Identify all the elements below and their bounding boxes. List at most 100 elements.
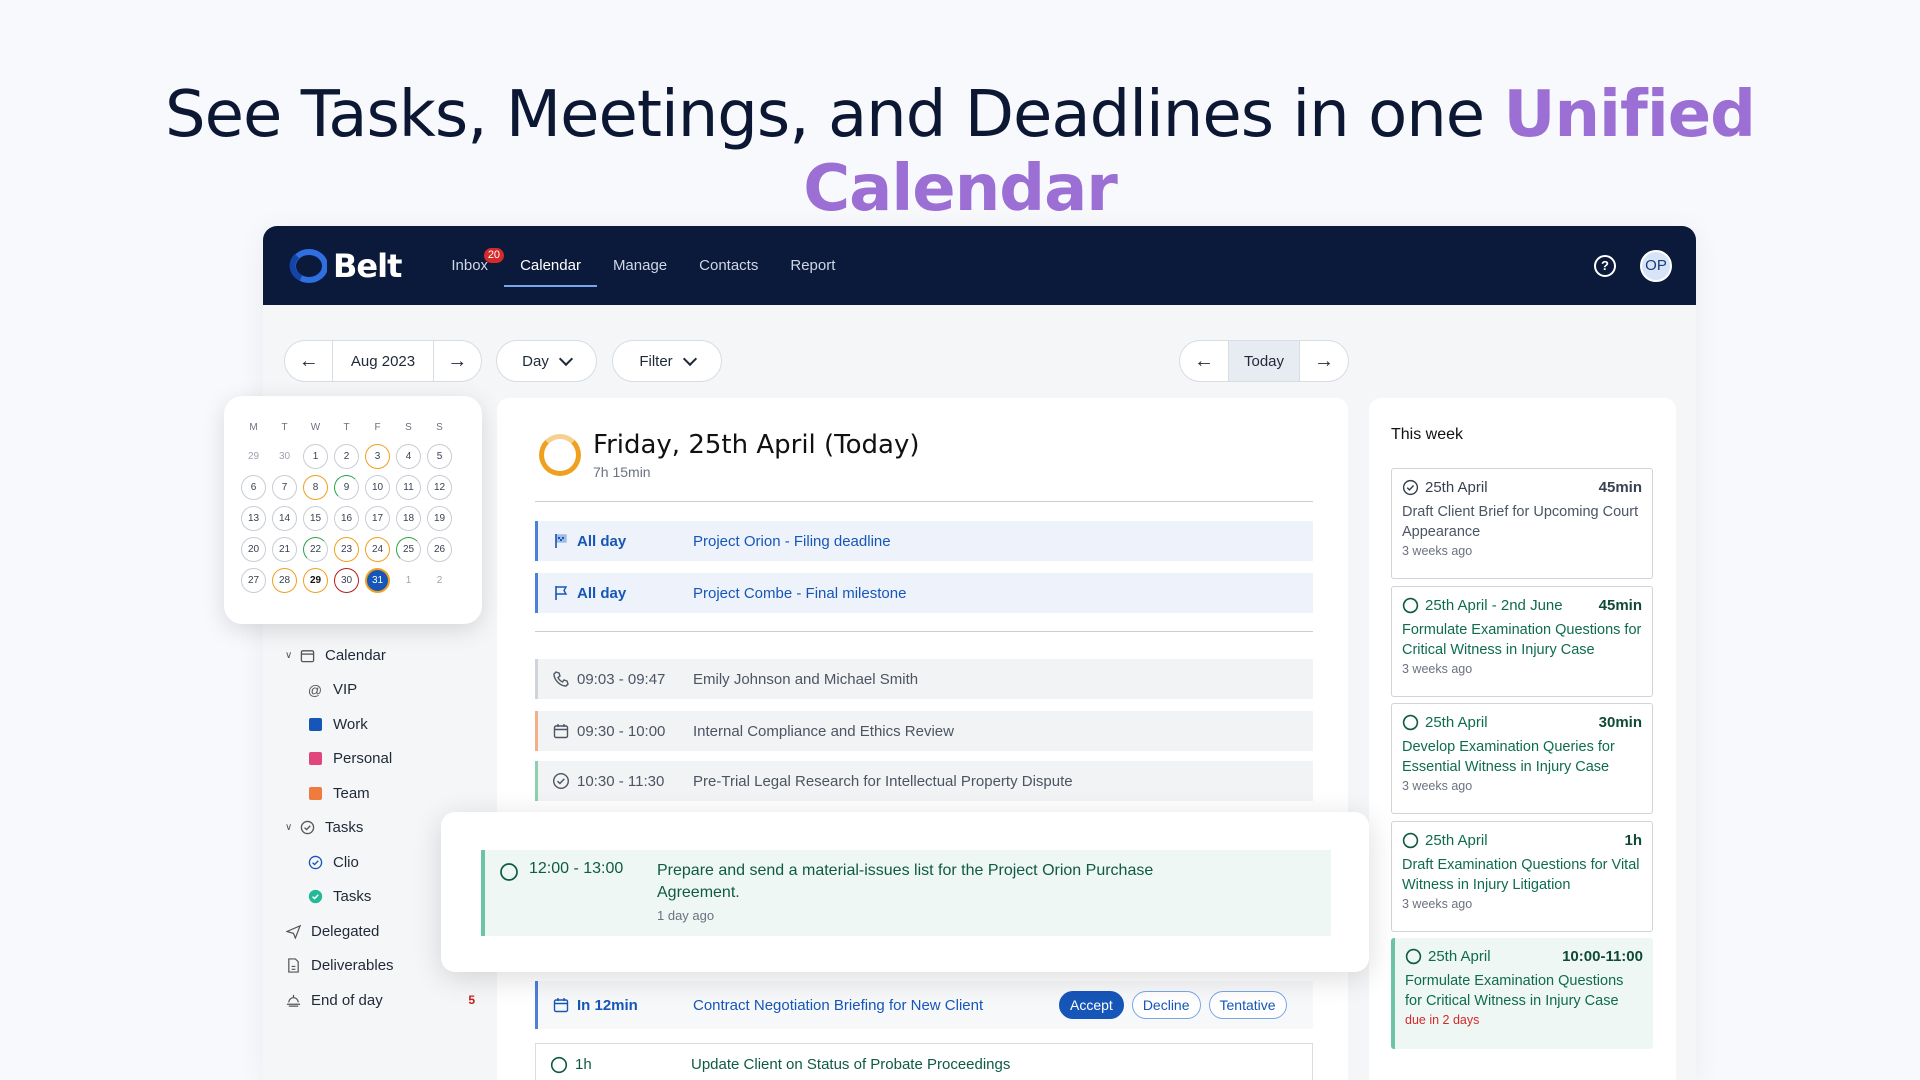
calendar-day[interactable]: 31 (365, 568, 390, 593)
calendar-day[interactable]: 6 (241, 475, 266, 500)
calendar-day[interactable]: 30 (272, 444, 297, 469)
inbox-badge: 20 (483, 248, 505, 263)
month-label[interactable]: Aug 2023 (332, 341, 434, 381)
send-icon (285, 923, 301, 939)
accept-button[interactable]: Accept (1059, 991, 1124, 1019)
sidebar-item-personal[interactable]: Personal (285, 742, 475, 777)
sidebar-item-end-of-day[interactable]: End of day 5 (285, 983, 475, 1018)
sidebar-item-label: Team (333, 784, 370, 802)
nav-inbox[interactable]: Inbox 20 (435, 226, 505, 305)
calendar-day[interactable]: 23 (334, 537, 359, 562)
tentative-button[interactable]: Tentative (1208, 991, 1287, 1019)
calendar-day[interactable]: 15 (303, 506, 328, 531)
task-row[interactable]: 1h Update Client on Status of Probate Pr… (535, 1043, 1313, 1080)
arrow-left-icon: ← (298, 349, 319, 372)
week-task-meta: 3 weeks ago (1402, 544, 1473, 558)
calendar-day[interactable]: 19 (427, 506, 452, 531)
week-task-card[interactable]: 25th April 45min Draft Client Brief for Up… (1391, 468, 1653, 579)
event-row[interactable]: 10:30 - 11:30 Pre-Trial Legal Research f… (535, 761, 1313, 801)
invite-row[interactable]: In 12min Contract Negotiation Briefing f… (535, 981, 1313, 1029)
nav-report[interactable]: Report (774, 226, 851, 305)
check-circle-icon (551, 772, 571, 790)
check-circle-icon[interactable] (1402, 479, 1419, 496)
circle-icon[interactable] (1402, 832, 1419, 849)
calendar-day[interactable]: 3 (365, 444, 390, 469)
focused-task-title: Prepare and send a material-issues list … (657, 862, 1154, 901)
all-day-event[interactable]: All day Project Orion - Filing deadline (535, 521, 1313, 561)
sidebar-item-calendar[interactable]: ∨ Calendar (285, 638, 475, 673)
sidebar-item-label: Personal (333, 750, 393, 768)
mini-calendar-grid: M T W T F S S 29 30 1 2 3 4 5 6 7 8 9 10 11 12 13 14 15 16 17 18 19… (238, 422, 468, 593)
logo-text: Belt (333, 246, 402, 285)
calendar-day[interactable]: 8 (303, 475, 328, 500)
calendar-day[interactable]: 21 (272, 537, 297, 562)
calendar-day[interactable]: 16 (334, 506, 359, 531)
nav-calendar[interactable]: Calendar (504, 226, 597, 305)
avatar[interactable]: OP (1640, 249, 1672, 282)
focused-task[interactable]: 12:00 - 13:00 Prepare and send a materia… (481, 850, 1331, 936)
calendar-day[interactable]: 17 (365, 506, 390, 531)
next-month-button[interactable]: → (434, 341, 481, 381)
chevron-down-icon[interactable]: ∨ (285, 822, 295, 833)
calendar-day[interactable]: 7 (272, 475, 297, 500)
all-day-event[interactable]: All day Project Combe - Final milestone (535, 573, 1313, 613)
calendar-day[interactable]: 9 (334, 475, 359, 500)
week-task-card[interactable]: 25th April - 2nd June 45min Formulate Exam… (1391, 585, 1653, 697)
filter-dropdown[interactable]: Filter (612, 340, 722, 382)
prev-month-button[interactable]: ← (285, 341, 332, 381)
view-dropdown[interactable]: Day (496, 340, 597, 382)
today-button[interactable]: Today (1228, 341, 1300, 381)
sidebar-item-vip[interactable]: @ VIP (285, 673, 475, 708)
calendar-day[interactable]: 18 (396, 506, 421, 531)
decline-button[interactable]: Decline (1131, 991, 1201, 1019)
next-day-button[interactable]: → (1300, 341, 1348, 381)
calendar-day[interactable]: 1 (396, 568, 421, 593)
weekday-label: W (310, 422, 321, 433)
event-row[interactable]: 09:03 - 09:47 Emily Johnson and Michael … (535, 659, 1313, 699)
week-task-card[interactable]: 25th April 1h Draft Examination Questions … (1391, 820, 1653, 932)
calendar-day[interactable]: 27 (241, 568, 266, 593)
circle-icon[interactable] (1402, 714, 1419, 731)
calendar-day[interactable]: 4 (396, 444, 421, 469)
calendar-day[interactable]: 30 (334, 568, 359, 593)
calendar-day[interactable]: 29 (303, 568, 328, 593)
sidebar-item-team[interactable]: Team (285, 776, 475, 811)
main-nav: Inbox 20 Calendar Manage Contacts Report (435, 226, 851, 305)
circle-icon[interactable] (1405, 948, 1422, 965)
calendar-day[interactable]: 20 (241, 537, 266, 562)
calendar-day[interactable]: 10 (365, 475, 390, 500)
circle-icon[interactable] (1402, 597, 1419, 614)
calendar-day[interactable]: 29 (241, 444, 266, 469)
chevron-down-icon[interactable]: ∨ (285, 650, 295, 661)
logo[interactable]: Belt (287, 246, 402, 285)
nav-contacts[interactable]: Contacts (683, 226, 774, 305)
sidebar-item-work[interactable]: Work (285, 707, 475, 742)
circle-icon (499, 862, 519, 936)
week-task-card[interactable]: 25th April 10:00-11:00 Formulate Examinati… (1391, 938, 1653, 1049)
calendar-day[interactable]: 5 (427, 444, 452, 469)
calendar-day[interactable]: 24 (365, 537, 390, 562)
prev-day-button[interactable]: ← (1180, 341, 1228, 381)
week-task-title: Draft Client Brief for Upcoming Court Ap… (1402, 504, 1639, 540)
focused-task-card[interactable]: 12:00 - 13:00 Prepare and send a materia… (441, 812, 1369, 972)
event-time: All day (577, 532, 627, 550)
event-row[interactable]: 09:30 - 10:00 Internal Compliance and Et… (535, 711, 1313, 751)
help-icon[interactable]: ? (1594, 254, 1616, 277)
nav-manage-label: Manage (612, 257, 668, 274)
calendar-day[interactable]: 22 (303, 537, 328, 562)
calendar-day[interactable]: 12 (427, 475, 452, 500)
calendar-day[interactable]: 11 (396, 475, 421, 500)
week-task-date: 25th April - 2nd June (1425, 596, 1563, 614)
calendar-day[interactable]: 2 (334, 444, 359, 469)
calendar-day[interactable]: 2 (427, 568, 452, 593)
calendar-day[interactable]: 13 (241, 506, 266, 531)
week-task-title: Develop Examination Queries for Essentia… (1402, 739, 1615, 775)
calendar-day[interactable]: 28 (272, 568, 297, 593)
topbar-actions: ? OP (1594, 249, 1672, 282)
calendar-day[interactable]: 25 (396, 537, 421, 562)
calendar-day[interactable]: 26 (427, 537, 452, 562)
nav-manage[interactable]: Manage (597, 226, 683, 305)
calendar-day[interactable]: 1 (303, 444, 328, 469)
week-task-card[interactable]: 25th April 30min Develop Examination Queri… (1391, 703, 1653, 814)
calendar-day[interactable]: 14 (272, 506, 297, 531)
